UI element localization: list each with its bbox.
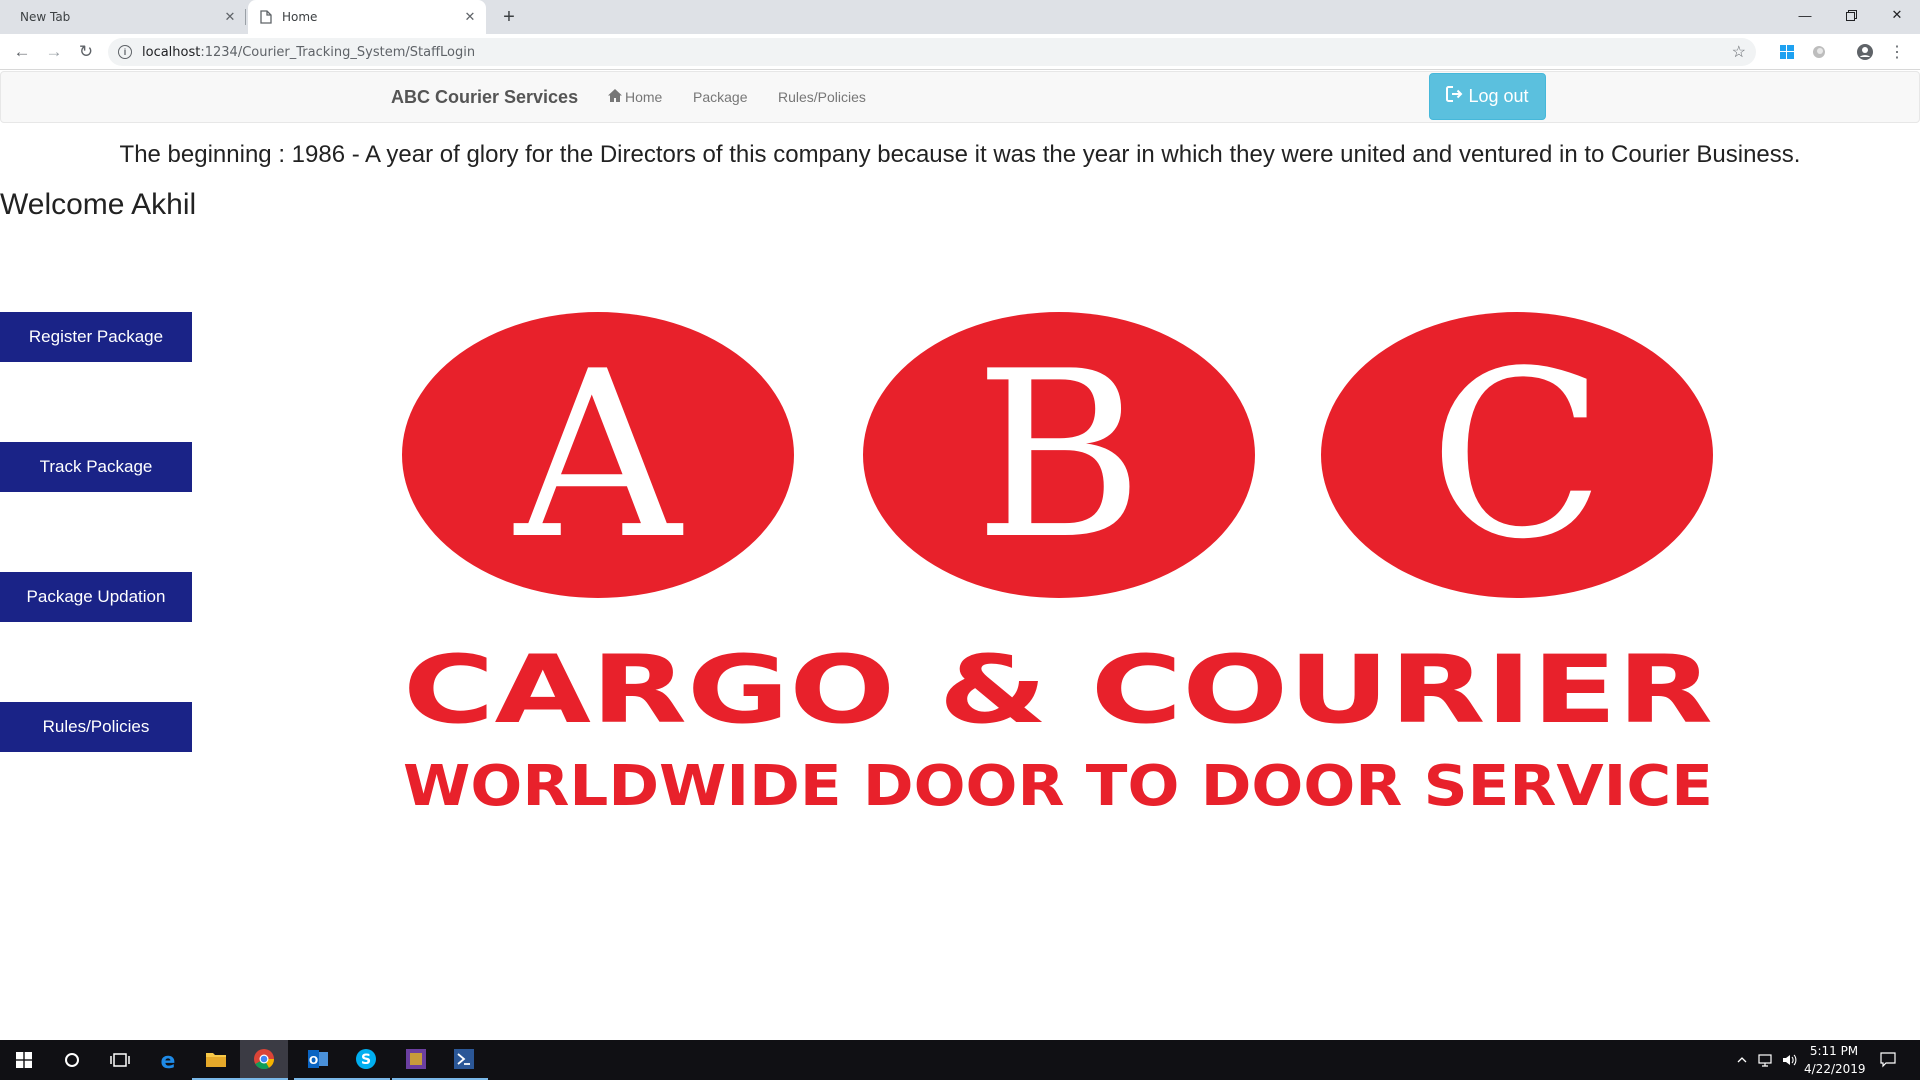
nav-link-package[interactable]: Package — [693, 89, 747, 105]
nav-link-home[interactable]: Home — [608, 89, 662, 105]
logo-letter-b: B — [974, 323, 1143, 590]
visual-studio-icon[interactable] — [440, 1040, 488, 1080]
windows-start-icon[interactable] — [0, 1040, 48, 1080]
show-hidden-icons-icon[interactable] — [1730, 1040, 1754, 1080]
reload-icon[interactable]: ↻ — [74, 40, 98, 64]
windows-extension-icon[interactable] — [1778, 43, 1796, 61]
track-package-button[interactable]: Track Package — [0, 442, 192, 492]
back-arrow-icon[interactable]: ← — [10, 40, 34, 64]
taskbar-date[interactable]: 4/22/2019 — [1804, 1062, 1866, 1076]
welcome-heading: Welcome Akhil — [0, 188, 197, 221]
register-package-button[interactable]: Register Package — [0, 312, 192, 362]
minimize-icon[interactable]: — — [1782, 0, 1828, 30]
home-icon — [608, 89, 622, 105]
nav-link-label: Home — [625, 89, 663, 105]
nav-link-rules-policies[interactable]: Rules/Policies — [778, 89, 866, 105]
network-icon[interactable] — [1754, 1040, 1778, 1080]
logout-label: Log out — [1468, 86, 1529, 106]
logout-button[interactable]: Log out — [1429, 73, 1546, 120]
tab-title: New Tab — [20, 10, 71, 24]
new-tab-plus-icon[interactable]: + — [498, 6, 520, 28]
close-tab-icon[interactable]: ✕ — [222, 9, 238, 25]
info-icon[interactable]: i — [118, 45, 132, 59]
tab-home[interactable]: Home ✕ — [248, 0, 486, 34]
rules-policies-button[interactable]: Rules/Policies — [0, 702, 192, 752]
search-icon[interactable] — [48, 1040, 96, 1080]
svg-text:e: e — [161, 1049, 176, 1071]
extension-icon[interactable] — [1810, 43, 1828, 61]
file-explorer-icon[interactable] — [192, 1040, 240, 1080]
chrome-icon[interactable] — [240, 1040, 288, 1080]
close-tab-icon[interactable]: ✕ — [462, 9, 478, 25]
url-text: localhost:1234/Courier_Tracking_System/S… — [142, 44, 476, 60]
edge-browser-icon[interactable]: e — [144, 1040, 192, 1080]
svg-text:O: O — [309, 1054, 318, 1067]
menu-dots-icon[interactable]: ⋮ — [1888, 43, 1906, 61]
site-brand[interactable]: ABC Courier Services — [391, 87, 578, 108]
skype-icon[interactable]: S — [342, 1040, 390, 1080]
task-view-icon[interactable] — [96, 1040, 144, 1080]
app-icon[interactable] — [392, 1040, 440, 1080]
page-icon — [260, 10, 274, 24]
tab-title: Home — [282, 10, 318, 24]
profile-avatar-icon[interactable] — [1856, 43, 1874, 61]
package-updation-button[interactable]: Package Updation — [0, 572, 192, 622]
logout-icon — [1446, 86, 1464, 107]
logo-line-worldwide: WORLDWIDE DOOR TO DOOR SERVICE — [403, 754, 1713, 819]
site-navbar: ABC Courier Services Home Package Rules/… — [0, 71, 1920, 123]
bookmark-star-icon[interactable]: ☆ — [1732, 42, 1746, 62]
browser-tab-strip: New Tab ✕ Home ✕ + — ✕ — [0, 0, 1920, 34]
restore-icon[interactable] — [1828, 0, 1874, 30]
notifications-icon[interactable] — [1864, 1040, 1912, 1080]
abc-cargo-courier-logo: A B C CARGO & COURIER WORLDWIDE DOOR TO … — [402, 312, 1713, 819]
intro-text: The beginning : 1986 - A year of glory f… — [119, 141, 1801, 168]
close-window-icon[interactable]: ✕ — [1874, 0, 1920, 30]
volume-icon[interactable] — [1778, 1040, 1802, 1080]
forward-arrow-icon[interactable]: → — [42, 40, 66, 64]
taskbar-time[interactable]: 5:11 PM — [1804, 1044, 1864, 1058]
logo-line-cargo-courier: CARGO & COURIER — [403, 636, 1713, 745]
logo-letter-c: C — [1429, 323, 1605, 590]
logo-letter-a: A — [513, 323, 684, 590]
windows-taskbar: e O S 5:11 PM 4/22/2019 — [0, 1040, 1920, 1080]
tab-new-tab[interactable]: New Tab ✕ — [8, 0, 246, 34]
outlook-icon[interactable]: O — [294, 1040, 342, 1080]
address-bar[interactable]: i localhost:1234/Courier_Tracking_System… — [108, 38, 1756, 66]
svg-text:S: S — [361, 1052, 371, 1068]
browser-toolbar: ← → ↻ i localhost:1234/Courier_Tracking_… — [0, 34, 1920, 70]
